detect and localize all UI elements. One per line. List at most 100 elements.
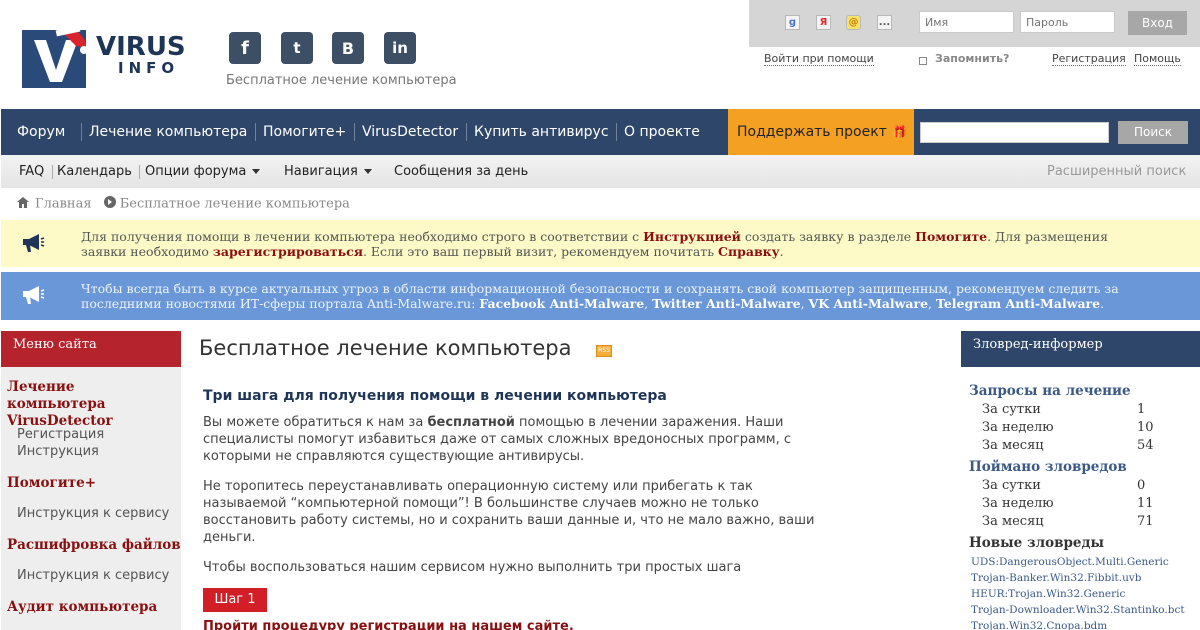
advice-paragraph: Не торопитесь переустанавливать операцио… [203,479,815,545]
twitter-am-link[interactable]: Twitter Anti-Malware [652,296,800,311]
remember-label: Запомнить? [935,52,1010,65]
stat-row: За сутки 0 [982,477,1182,494]
breadcrumb-home[interactable]: Главная [35,197,92,212]
requests-heading[interactable]: Запросы на лечение [969,383,1131,400]
register-link[interactable]: Регистрация [1052,52,1126,66]
stat-value: 1 [1137,402,1146,417]
instruction-link[interactable]: Инструкцией [643,229,741,244]
site-menu-sidebar: Меню сайта Лечение компьютера VirusDetec… [1,331,181,630]
nav-forum[interactable]: Форум [17,109,65,155]
stat-row: За неделю 11 [982,495,1182,512]
subnav-todays-posts[interactable]: Сообщения за день [394,155,528,188]
notice2-sep-1: , [644,296,653,311]
notice1-text-5: . [779,244,784,259]
notice2-text-2: . [1100,296,1105,311]
help-link[interactable]: Помощь [1134,52,1181,66]
login-with-link[interactable]: Войти при помощи [764,52,874,66]
stat-value: 54 [1137,438,1154,453]
subnav-calendar[interactable]: Календарь [57,155,132,188]
notice-news-links: Чтобы всегда быть в курсе актуальных угр… [1,272,1200,320]
subnav-navigation-label: Навигация [284,164,358,179]
facebook-am-link[interactable]: Facebook Anti-Malware [479,296,644,311]
steps-heading: Три шага для получения помощи в лечении … [203,388,667,404]
logo-mark [22,30,86,88]
nav-treatment[interactable]: Лечение компьютера [89,109,247,155]
notice2-sep-2: , [800,296,809,311]
login-button[interactable]: Вход [1128,11,1187,35]
subnav-divider [139,165,140,179]
logo-text-virus: VIRUS [96,32,186,62]
notice1-text-2: создать заявку в разделе [740,229,916,244]
malware-link[interactable]: Trojan-Downloader.Win32.Stantinko.bct [971,603,1185,617]
mailru-login-icon[interactable]: @ [846,15,861,30]
malware-link[interactable]: Trojan-Banker.Win32.Fibbit.uvb [971,571,1142,585]
subnav-forum-options[interactable]: Опции форума [145,155,261,188]
support-project-label: Поддержать проект [737,124,887,140]
nav-divider [255,123,256,141]
nav-virusdetector[interactable]: VirusDetector [362,109,458,155]
step-1-registration-link[interactable]: Пройти процедуру регистрации на нашем са… [203,619,574,630]
stat-label: За неделю [982,420,1054,435]
malware-informer-panel: Зловред-информер Запросы на лечение За с… [961,331,1200,630]
sidebar-section-audit[interactable]: Аудит компьютера [7,599,157,616]
sidebar-section-decryption[interactable]: Расшифровка файлов [7,537,181,554]
nav-divider [81,123,82,141]
register-notice-link[interactable]: зарегистрироваться [213,244,363,259]
linkedin-icon[interactable]: in [384,32,416,64]
intro-text-bold: бесплатной [427,415,515,430]
informer-title: Зловред-информер [961,331,1200,367]
breadcrumb: Главная Бесплатное лечение компьютера [17,196,350,214]
remember-checkbox[interactable] [919,57,927,65]
username-input[interactable] [919,11,1014,33]
site-logo[interactable]: VIRUS INFO [22,22,187,90]
advanced-search-link[interactable]: Расширенный поиск [1047,155,1186,188]
stat-row: За месяц 54 [982,437,1182,454]
stat-value: 0 [1137,478,1146,493]
rss-icon[interactable]: RSS [596,345,612,357]
malware-link[interactable]: HEUR:Trojan.Win32.Generic [971,587,1125,601]
megaphone-icon [21,232,45,257]
sidebar-link-service-instruction[interactable]: Инструкция к сервису [17,505,169,522]
vk-icon[interactable]: B [332,32,364,64]
stat-row: За неделю 10 [982,419,1182,436]
caught-heading[interactable]: Поймано зловредов [969,459,1127,476]
twitter-icon[interactable]: t [281,32,313,64]
notice2-sep-3: , [928,296,936,311]
logo-text-info: INFO [118,59,180,77]
nav-about[interactable]: О проекте [624,109,700,155]
support-project-button[interactable]: Поддержать проект 🎁 [728,109,914,155]
sidebar-section-help-plus[interactable]: Помогите+ [7,475,96,492]
breadcrumb-current: Бесплатное лечение компьютера [119,196,350,212]
google-login-icon[interactable]: g [785,15,800,30]
malware-link[interactable]: UDS:DangerousObject.Multi.Generic [971,555,1169,569]
malware-link[interactable]: Trojan.Win32.Cnopa.bdm [971,619,1107,630]
more-logins-icon[interactable]: ... [877,15,892,30]
sidebar-link-instruction[interactable]: Инструкция [17,443,99,460]
chevron-down-icon [363,169,372,174]
nav-divider [616,123,617,141]
arrow-right-circle-icon [103,196,116,212]
steps-intro-paragraph: Чтобы воспользоваться нашим сервисом нуж… [203,560,742,575]
sidebar-section-virusdetector[interactable]: Лечение компьютера VirusDetector [7,379,177,430]
yandex-login-icon[interactable]: Я [816,15,831,30]
vk-am-link[interactable]: VK Anti-Malware [809,296,929,311]
search-button[interactable]: Поиск [1118,121,1188,144]
search-input[interactable] [920,122,1109,143]
home-icon[interactable] [17,196,29,212]
help-section-link[interactable]: Помогите [915,229,987,244]
nav-buy-antivirus[interactable]: Купить антивирус [474,109,609,155]
subnav-faq[interactable]: FAQ [19,155,44,188]
notice-help-instructions: Для получения помощи в лечении компьютер… [1,220,1200,267]
page-title: Бесплатное лечение компьютера [199,336,572,360]
faq-notice-link[interactable]: Справку [718,244,780,259]
sidebar-title: Меню сайта [1,331,181,367]
sidebar-link-registration[interactable]: Регистрация [17,426,104,443]
new-malware-heading: Новые зловреды [969,535,1105,551]
telegram-am-link[interactable]: Telegram Anti-Malware [936,296,1100,311]
stat-row: За месяц 71 [982,513,1182,530]
facebook-icon[interactable]: f [229,32,261,64]
sidebar-link-decryption-instruction[interactable]: Инструкция к сервису [17,567,169,584]
nav-help-plus[interactable]: Помогите+ [263,109,346,155]
subnav-navigation[interactable]: Навигация [284,155,372,188]
password-input[interactable] [1020,11,1115,33]
